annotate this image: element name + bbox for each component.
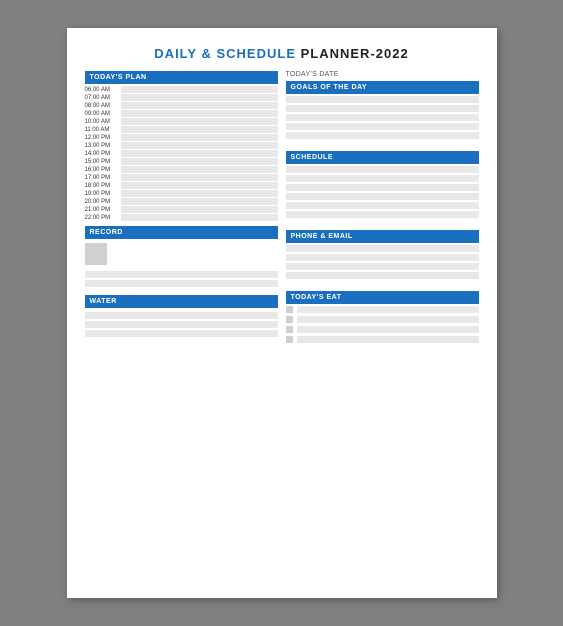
water-line-2 [85,321,278,328]
time-row: 21:00 PM [85,206,278,213]
time-line [121,150,278,157]
schedule-lines [286,166,479,218]
record-line-1 [85,271,278,278]
time-line [121,110,278,117]
time-row: 22:00 PM [85,214,278,221]
right-column: TODAY'S DATE GOALS OF THE DAY SCHEDULE [286,71,479,346]
time-line [121,214,278,221]
water-line-3 [85,330,278,337]
time-row: 14:00 PM [85,150,278,157]
water-header: WATER [85,295,278,308]
todays-plan-header: TODAY'S PLAN [85,71,278,84]
time-row: 11:00 AM [85,126,278,133]
record-header: RECORD [85,226,278,239]
time-label: 09:00 AM [85,111,121,117]
time-row: 07:00 AM [85,94,278,101]
time-line [121,86,278,93]
eat-checkbox-1 [286,306,293,313]
phone-lines [286,245,479,279]
time-label: 14:00 PM [85,151,121,157]
time-line [121,126,278,133]
time-label: 11:00 AM [85,127,121,133]
title-highlight: DAILY & SCHEDULE [154,46,300,61]
time-label: 22:00 PM [85,215,121,221]
schedule-header: SCHEDULE [286,151,479,164]
time-row: 16:00 PM [85,166,278,173]
left-column: TODAY'S PLAN 06:00 AM 07:00 AM 08:00 AM … [85,71,278,346]
time-line [121,190,278,197]
time-label: 12:00 PM [85,135,121,141]
time-row: 10:00 AM [85,118,278,125]
time-line [121,166,278,173]
time-row: 15:00 PM [85,158,278,165]
goals-lines [286,96,479,139]
time-line [121,206,278,213]
time-line [121,198,278,205]
time-rows: 06:00 AM 07:00 AM 08:00 AM 09:00 AM 10:0… [85,86,278,221]
time-row: 20:00 PM [85,198,278,205]
eat-checkbox-4 [286,336,293,343]
time-label: 20:00 PM [85,199,121,205]
page-title: DAILY & SCHEDULE PLANNER-2022 [85,46,479,61]
time-line [121,102,278,109]
water-lines [85,312,278,337]
eat-header: TODAY'S EAT [286,291,479,304]
time-row: 08:00 AM [85,102,278,109]
time-label: 16:00 PM [85,167,121,173]
todays-date-label: TODAY'S DATE [286,71,479,78]
time-label: 15:00 PM [85,159,121,165]
time-row: 13:00 PM [85,142,278,149]
time-label: 10:00 AM [85,119,121,125]
time-line [121,182,278,189]
time-line [121,174,278,181]
time-label: 08:00 AM [85,103,121,109]
planner-page: DAILY & SCHEDULE PLANNER-2022 TODAY'S PL… [67,28,497,598]
time-label: 21:00 PM [85,207,121,213]
eat-checkbox-2 [286,316,293,323]
time-line [121,118,278,125]
main-columns: TODAY'S PLAN 06:00 AM 07:00 AM 08:00 AM … [85,71,479,346]
time-line [121,158,278,165]
time-label: 13:00 PM [85,143,121,149]
time-label: 07:00 AM [85,95,121,101]
eat-checkbox-3 [286,326,293,333]
time-line [121,134,278,141]
time-row: 12:00 PM [85,134,278,141]
time-row: 06:00 AM [85,86,278,93]
goals-header: GOALS OF THE DAY [286,81,479,94]
title-plain: PLANNER-2022 [301,46,409,61]
record-box [85,243,107,265]
time-row: 17:00 PM [85,174,278,181]
water-line-1 [85,312,278,319]
eat-lines [286,306,479,343]
time-label: 06:00 AM [85,87,121,93]
time-label: 17:00 PM [85,175,121,181]
time-line [121,94,278,101]
phone-header: PHONE & EMAIL [286,230,479,243]
time-row: 18:00 PM [85,182,278,189]
time-row: 19:00 PM [85,190,278,197]
time-line [121,142,278,149]
time-row: 09:00 AM [85,110,278,117]
record-line-2 [85,280,278,287]
time-label: 18:00 PM [85,183,121,189]
time-label: 19:00 PM [85,191,121,197]
